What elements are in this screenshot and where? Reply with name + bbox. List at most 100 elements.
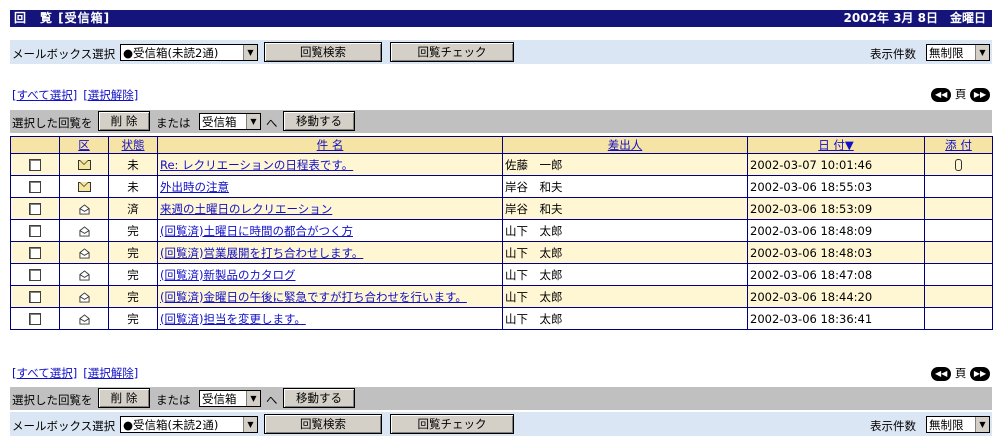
next-page-icon[interactable]: ▶▶ (970, 87, 990, 102)
table-row[interactable]: 完 (回覧済)新製品のカタログ 山下 太郎 2002-03-06 18:47:08 (10, 263, 993, 286)
row-date: 2002-03-06 18:53:09 (747, 197, 925, 220)
row-checkbox[interactable] (29, 159, 41, 171)
current-date: 2002年 3月 8日 金曜日 (843, 11, 986, 25)
mailbox-bar-top: メールボックス選択 ●受信箱(未読2通) ▼ 回覧検索 回覧チェック 表示件数 … (10, 40, 992, 64)
table-row[interactable]: 未外出時の注意 岸谷 和夫 2002-03-06 18:55:03 (10, 175, 993, 198)
chevron-down-icon: ▼ (246, 114, 260, 129)
row-date: 2002-03-06 18:48:03 (747, 241, 925, 264)
row-checkbox[interactable] (29, 291, 41, 303)
count-select[interactable]: 無制限 ▼ (926, 44, 990, 61)
message-table: 区 状態 件 名 差出人 日 付▼ 添 付 未 Re: レクリエーションの日程表で… (10, 136, 993, 330)
paperclip-icon[interactable] (955, 159, 962, 171)
envelope-open-icon (78, 225, 90, 237)
row-date: 2002-03-06 18:55:03 (747, 175, 925, 198)
move-button[interactable]: 移動する (283, 111, 355, 131)
check-button[interactable]: 回覧チェック (390, 42, 514, 62)
row-subject-link[interactable]: (回覧済)土曜日に時間の都合がつく方 (160, 224, 353, 238)
check-button[interactable]: 回覧チェック (390, 414, 514, 434)
envelope-open-icon (78, 247, 90, 259)
count-label: 表示件数 (870, 419, 916, 433)
row-checkbox[interactable] (29, 181, 41, 193)
row-date: 2002-03-06 18:47:08 (747, 263, 925, 286)
row-sender: 山下 太郎 (502, 241, 748, 264)
count-label: 表示件数 (870, 47, 916, 61)
action-bar-bottom: 選択した回覧を 削 除 または 受信箱 ▼ へ 移動する (10, 387, 992, 410)
row-checkbox[interactable] (29, 269, 41, 281)
header-status[interactable]: 状態 (122, 138, 145, 152)
row-status: 完 (108, 285, 158, 308)
mailbox-label: メールボックス選択 (12, 47, 116, 61)
row-checkbox[interactable] (29, 225, 41, 237)
row-sender: 山下 太郎 (502, 307, 748, 330)
row-sender: 岸谷 和夫 (502, 197, 748, 220)
delete-button[interactable]: 削 除 (98, 388, 150, 408)
chevron-down-icon: ▼ (246, 391, 260, 406)
row-subject-link[interactable]: (回覧済)新製品のカタログ (160, 268, 295, 282)
page-label: 頁 (954, 366, 967, 380)
row-status: 完 (108, 219, 158, 242)
row-subject-link[interactable]: 来週の土曜日のレクリエーション (160, 202, 332, 216)
envelope-open-icon (78, 291, 90, 303)
row-checkbox[interactable] (29, 247, 41, 259)
table-header: 区 状態 件 名 差出人 日 付▼ 添 付 (10, 136, 993, 154)
row-date: 2002-03-06 18:36:41 (747, 307, 925, 330)
deselect-link[interactable]: [選択解除] (83, 366, 138, 380)
mailbox-select[interactable]: ●受信箱(未読2通) ▼ (120, 44, 258, 61)
previous-page-icon[interactable]: ◀◀ (931, 366, 952, 381)
row-status: 済 (108, 197, 158, 220)
row-date: 2002-03-06 18:48:09 (747, 219, 925, 242)
row-status: 完 (108, 241, 158, 264)
header-kubun[interactable]: 区 (78, 138, 90, 152)
mailbox-bar-bottom: メールボックス選択 ●受信箱(未読2通) ▼ 回覧検索 回覧チェック 表示件数 … (10, 412, 992, 436)
row-sender: 山下 太郎 (502, 263, 748, 286)
row-subject-link[interactable]: (回覧済)担当を変更します。 (160, 312, 306, 326)
row-sender: 山下 太郎 (502, 219, 748, 242)
envelope-open-icon (78, 269, 90, 281)
row-status: 完 (108, 263, 158, 286)
folder-select[interactable]: 受信箱 ▼ (199, 390, 261, 407)
row-subject-link[interactable]: 外出時の注意 (160, 180, 229, 194)
mailbox-select[interactable]: ●受信箱(未読2通) ▼ (120, 416, 258, 433)
row-status: 完 (108, 307, 158, 330)
pager-bottom: ◀◀ 頁 ▶▶ (931, 365, 990, 381)
chevron-down-icon: ▼ (243, 417, 257, 432)
mailbox-label: メールボックス選択 (12, 419, 116, 433)
search-button[interactable]: 回覧検索 (264, 414, 382, 434)
selection-links-top: [すべて選択] [選択解除] (12, 87, 144, 103)
chevron-down-icon: ▼ (243, 45, 257, 60)
previous-page-icon[interactable]: ◀◀ (931, 87, 952, 102)
table-row[interactable]: 完 (回覧済)金曜日の午後に緊急ですが打ち合わせを行います。 山下 太郎 2002-0… (10, 285, 993, 308)
table-row[interactable]: 済来週の土曜日のレクリエーション 岸谷 和夫 2002-03-06 18:53:09 (10, 197, 993, 220)
row-sender: 山下 太郎 (502, 285, 748, 308)
select-all-link[interactable]: [すべて選択] (12, 366, 77, 380)
search-button[interactable]: 回覧検索 (264, 42, 382, 62)
envelope-closed-icon (77, 160, 91, 170)
header-subject[interactable]: 件 名 (317, 138, 344, 152)
table-row[interactable]: 完 (回覧済)担当を変更します。 山下 太郎 2002-03-06 18:36:41 (10, 307, 993, 330)
table-row[interactable]: 未 Re: レクリエーションの日程表です。 佐藤 一郎 2002-03-07 10:0… (10, 153, 993, 176)
move-button[interactable]: 移動する (283, 388, 355, 408)
row-subject-link[interactable]: (回覧済)営業展開を打ち合わせします。 (160, 246, 363, 260)
header-sender[interactable]: 差出人 (608, 138, 643, 152)
count-select[interactable]: 無制限 ▼ (926, 416, 990, 433)
pager-top: ◀◀ 頁 ▶▶ (931, 86, 990, 102)
row-subject-link[interactable]: (回覧済)金曜日の午後に緊急ですが打ち合わせを行います。 (160, 290, 467, 304)
folder-select[interactable]: 受信箱 ▼ (199, 113, 261, 130)
row-subject-link[interactable]: Re: レクリエーションの日程表です。 (160, 158, 353, 172)
row-status: 未 (108, 153, 158, 176)
table-row[interactable]: 完 (回覧済)営業展開を打ち合わせします。 山下 太郎 2002-03-06 18:4… (10, 241, 993, 264)
envelope-open-icon (78, 203, 90, 215)
table-row[interactable]: 完 (回覧済)土曜日に時間の都合がつく方 山下 太郎 2002-03-06 18:48… (10, 219, 993, 242)
header-date[interactable]: 日 付▼ (818, 138, 854, 152)
select-all-link[interactable]: [すべて選択] (12, 88, 77, 102)
delete-button[interactable]: 削 除 (98, 111, 150, 131)
chevron-down-icon: ▼ (975, 45, 989, 60)
row-date: 2002-03-07 10:01:46 (747, 153, 925, 176)
selection-links-bottom: [すべて選択] [選択解除] (12, 365, 144, 381)
next-page-icon[interactable]: ▶▶ (970, 366, 990, 381)
header-attach[interactable]: 添 付 (945, 138, 972, 152)
deselect-link[interactable]: [選択解除] (83, 88, 138, 102)
row-checkbox[interactable] (29, 313, 41, 325)
envelope-open-icon (78, 313, 90, 325)
row-checkbox[interactable] (29, 203, 41, 215)
